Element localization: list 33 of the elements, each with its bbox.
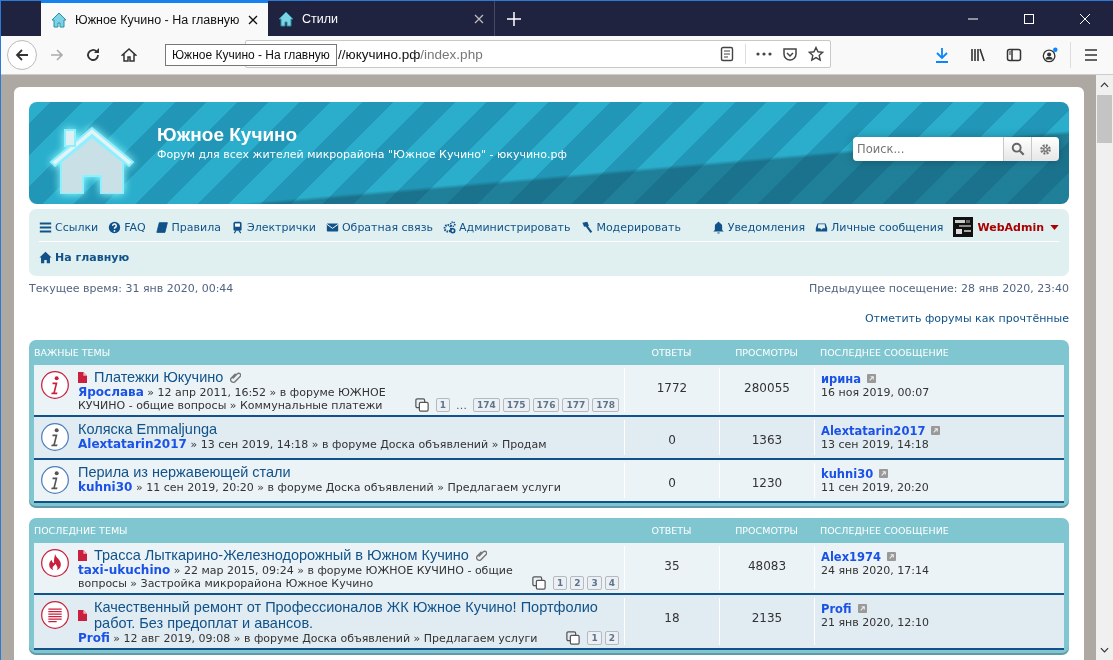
view-count: 48083 (719, 546, 814, 590)
column-header: ОТВЕТЫ (650, 347, 693, 358)
topic-meta: taxi-ukuchino » 22 мар 2015, 09:24 » в форуме ЮЖНОЕ КУЧИНО - общие вопросы » Застройка микрорайона Южное Кучино (78, 564, 514, 590)
last-visit: Предыдущее посещение: 28 янв 2020, 23:40 (809, 282, 1069, 295)
reply-count: 1772 (624, 368, 719, 412)
last-post-date: 24 янв 2020, 17:14 (821, 564, 930, 577)
topic-meta: kuhni30 » 11 сен 2019, 20:20 » в форуме Доска объявлений » Предлагаем услуги (78, 481, 562, 494)
last-post-date: 21 янв 2020, 12:10 (821, 616, 930, 629)
topic-meta: Alextatarin2017 » 13 сен 2019, 14:18 » в форуме Доска объявлений » Продам (78, 438, 548, 451)
reply-count: 18 (624, 598, 719, 645)
column-header: ОТВЕТЫ (650, 525, 693, 536)
last-post-date: 11 сен 2019, 20:20 (821, 481, 930, 494)
last-post-date: 13 сен 2019, 14:18 (821, 438, 930, 451)
reply-count: 0 (624, 463, 719, 498)
reply-count: 35 (624, 546, 719, 590)
view-count: 2135 (719, 598, 814, 645)
last-post-date: 16 ноя 2019, 00:07 (821, 386, 931, 399)
current-time: Текущее время: 31 янв 2020, 00:44 (29, 282, 234, 295)
column-header: ПОСЛЕДНЕЕ СООБЩЕНИЕ (819, 347, 950, 358)
tooltip: Южное Кучино - На главную (165, 44, 337, 66)
column-header: ПРОСМОТРЫ (734, 525, 799, 536)
column-header: ВАЖНЫЕ ТЕМЫ (34, 347, 112, 358)
view-count: 1230 (719, 463, 814, 498)
view-count: 280055 (719, 368, 814, 412)
topic-meta: Ярослава » 12 апр 2011, 16:52 » в форуме ЮЖНОЕ КУЧИНО - общие вопросы » Коммунальные платежи (78, 386, 387, 412)
column-header: ПОСЛЕДНЕЕ СООБЩЕНИЕ (819, 525, 950, 536)
column-header: ПОСЛЕДНИЕ ТЕМЫ (34, 525, 129, 536)
topic-meta: Profi » 12 авг 2019, 09:08 » в форуме Доска объявлений » Предлагаем услуги (78, 632, 539, 645)
view-count: 1363 (719, 420, 814, 455)
column-header: ПРОСМОТРЫ (734, 347, 799, 358)
reply-count: 0 (624, 420, 719, 455)
page-ellipsis: … (455, 398, 468, 412)
site-subtitle: Форум для всех жителей микрорайона "Южное Кучино" - юкучино.рф (157, 148, 567, 161)
